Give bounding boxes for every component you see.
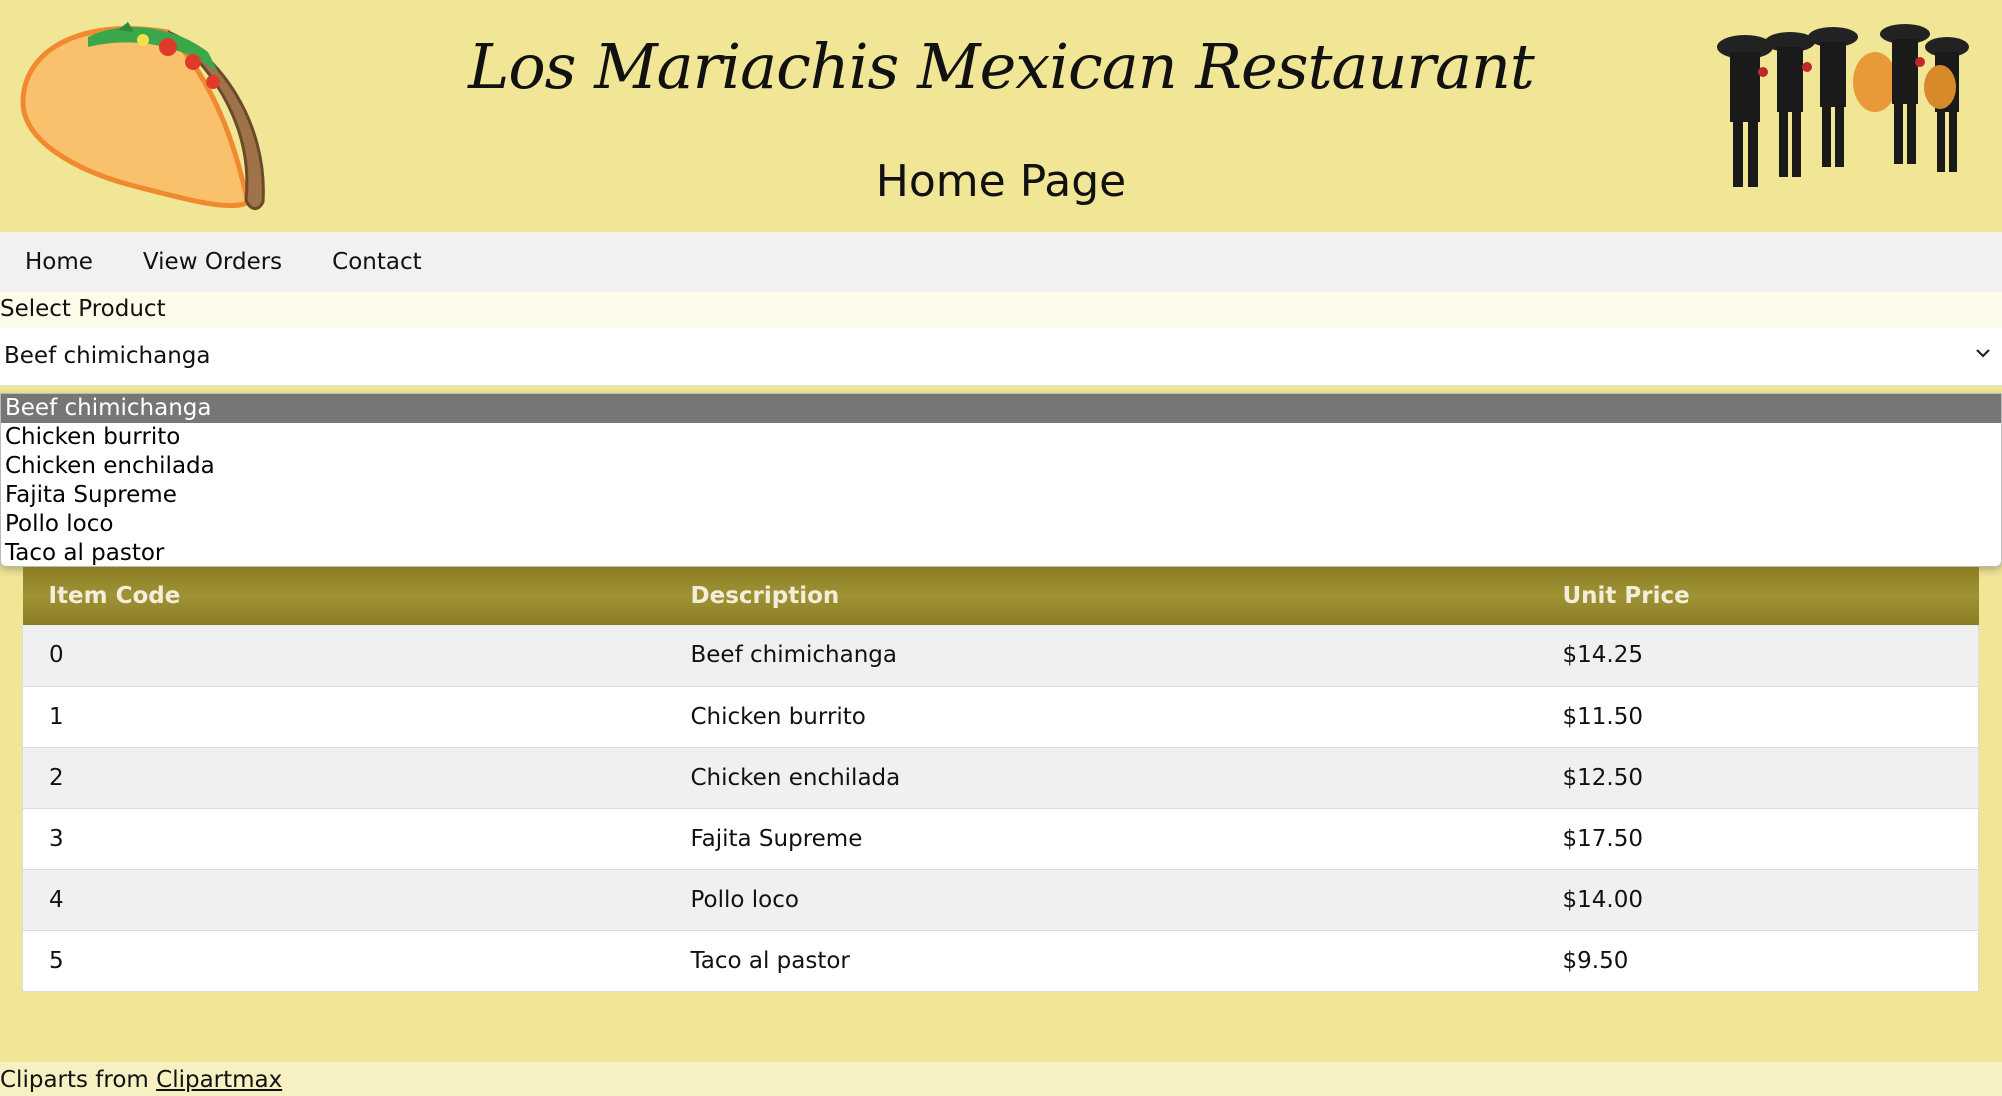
select-label-band [0, 292, 2002, 328]
item-code-cell: 4 [49, 886, 64, 913]
product-option[interactable]: Taco al pastor [1, 539, 2001, 568]
chevron-down-icon [1976, 349, 1990, 358]
page-title: Home Page [875, 156, 1127, 207]
unit-price-cell: $14.00 [1562, 886, 1643, 913]
nav-home-link[interactable]: Home [0, 249, 118, 275]
footer-credit-text: Cliparts from [0, 1067, 157, 1093]
table-row: 3 Fajita Supreme $17.50 [22, 808, 1979, 869]
nav-contact-link[interactable]: Contact [307, 249, 446, 275]
unit-price-cell: $9.50 [1562, 947, 1629, 974]
table-row: 1 Chicken burrito $11.50 [22, 686, 1979, 747]
table-row: 0 Beef chimichanga $14.25 [22, 625, 1979, 686]
product-option[interactable]: Chicken enchilada [1, 452, 2001, 481]
product-select[interactable]: Beef chimichanga [0, 328, 2002, 386]
item-code-cell: 3 [49, 825, 64, 852]
column-header-unit-price: Unit Price [1562, 583, 1690, 609]
products-table-container: Item Code Description Unit Price 0 Beef … [22, 567, 1979, 992]
product-option[interactable]: Beef chimichanga [1, 394, 2001, 423]
product-select-value: Beef chimichanga [4, 343, 211, 369]
main-nav: Home View Orders Contact [0, 232, 2002, 292]
product-dropdown-list: Beef chimichanga Chicken burrito Chicken… [0, 393, 2002, 567]
table-row: 4 Pollo loco $14.00 [22, 869, 1979, 930]
page-footer: Cliparts from Clipartmax [0, 1062, 2002, 1096]
table-row: 5 Taco al pastor $9.50 [22, 930, 1979, 991]
footer-credit: Cliparts from Clipartmax [0, 1067, 282, 1093]
select-product-label: Select Product [0, 296, 166, 322]
description-cell: Pollo loco [690, 886, 799, 913]
restaurant-title: Los Mariachis Mexican Restaurant [468, 30, 1535, 103]
description-cell: Chicken burrito [690, 703, 866, 730]
table-row: 2 Chicken enchilada $12.50 [22, 747, 1979, 808]
product-option[interactable]: Fajita Supreme [1, 481, 2001, 510]
item-code-cell: 0 [49, 642, 64, 669]
item-code-cell: 2 [49, 764, 64, 791]
description-cell: Taco al pastor [690, 947, 850, 974]
item-code-cell: 1 [49, 703, 64, 730]
clipartmax-link[interactable]: Clipartmax [156, 1067, 282, 1093]
mariachi-band-icon [1717, 24, 1969, 187]
description-cell: Chicken enchilada [690, 764, 901, 791]
product-option[interactable]: Pollo loco [1, 510, 2001, 539]
unit-price-cell: $11.50 [1562, 703, 1643, 730]
unit-price-cell: $12.50 [1562, 764, 1643, 791]
nav-view-orders-link[interactable]: View Orders [118, 249, 307, 275]
products-table: Item Code Description Unit Price 0 Beef … [22, 567, 1979, 992]
unit-price-cell: $17.50 [1562, 825, 1643, 852]
column-header-description: Description [690, 583, 840, 609]
description-cell: Beef chimichanga [690, 642, 897, 669]
page-header: Los Mariachis Mexican Restaurant Home Pa… [0, 0, 2002, 232]
product-option[interactable]: Chicken burrito [1, 423, 2001, 452]
item-code-cell: 5 [49, 947, 64, 974]
description-cell: Fajita Supreme [690, 825, 863, 852]
unit-price-cell: $14.25 [1562, 642, 1643, 669]
column-header-item-code: Item Code [48, 583, 181, 609]
table-header-row: Item Code Description Unit Price [22, 567, 1979, 625]
